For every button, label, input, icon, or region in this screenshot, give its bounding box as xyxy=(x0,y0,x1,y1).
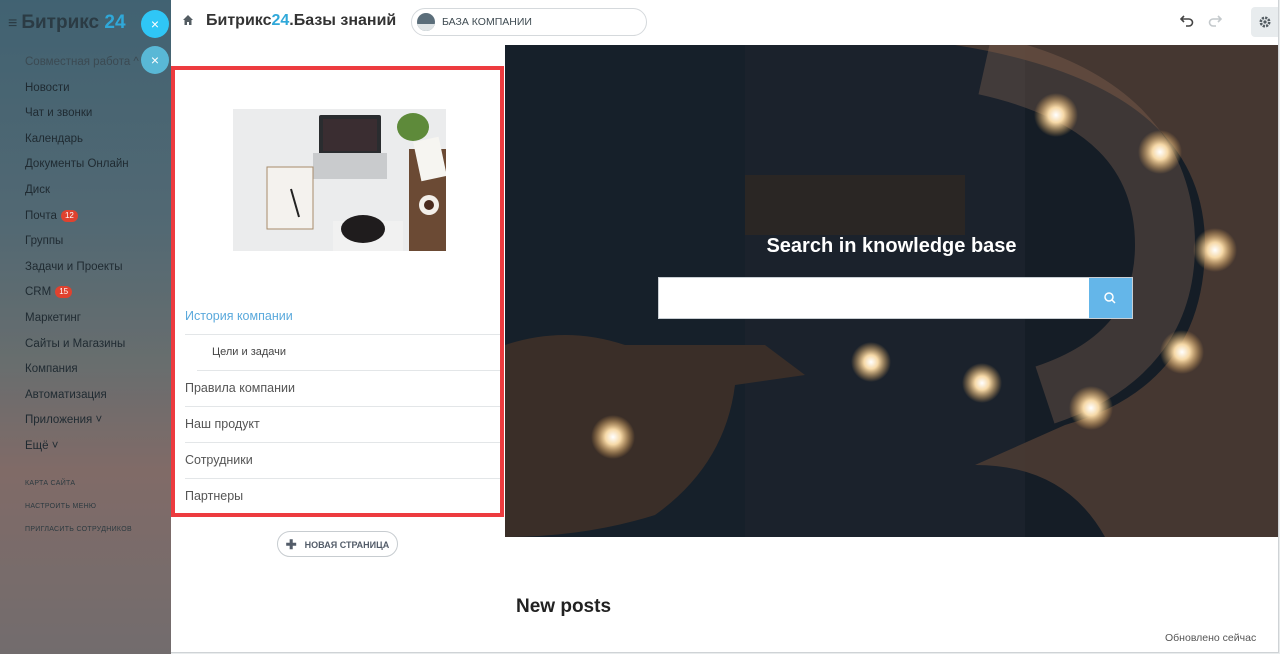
nav-item-sites[interactable]: Сайты и Магазины xyxy=(25,332,139,358)
nav-item-chat[interactable]: Чат и звонки xyxy=(25,101,139,127)
redo-icon[interactable] xyxy=(1208,13,1222,27)
knowledge-base-avatar xyxy=(417,13,435,31)
menu-cover-image xyxy=(233,109,446,251)
new-page-label: НОВАЯ СТРАНИЦА xyxy=(304,540,390,550)
hero-banner: Search in knowledge base xyxy=(505,45,1278,537)
nav-item-mail[interactable]: Почта 12 xyxy=(25,204,139,230)
new-page-button[interactable]: ✚ НОВАЯ СТРАНИЦА xyxy=(277,531,398,557)
gear-icon xyxy=(1259,16,1271,28)
title-prefix: Битрикс xyxy=(206,12,272,29)
bitrix-nav: Совместная работа ^ Новости Чат и звонки… xyxy=(25,50,139,541)
menu-item-employees[interactable]: Сотрудники xyxy=(185,443,500,479)
knowledge-base-selector[interactable]: БАЗА КОМПАНИИ xyxy=(411,8,647,36)
menu-burger-icon[interactable]: ≡ xyxy=(8,15,17,33)
bitrix-logo[interactable]: ≡ Битрикс 24 xyxy=(8,12,126,34)
nav-item-collaboration[interactable]: Совместная работа ^ xyxy=(25,50,139,76)
nav-item-apps[interactable]: Приложения ˅ xyxy=(25,408,139,434)
menu-block: История компании Цели и задачи Правила к… xyxy=(171,66,504,517)
logo-text: Битрикс xyxy=(21,12,100,33)
nav-item-groups[interactable]: Группы xyxy=(25,229,139,255)
nav-item-automation[interactable]: Автоматизация xyxy=(25,383,139,409)
nav-item-news[interactable]: Новости xyxy=(25,76,139,102)
panel-header: Битрикс24.Базы знаний БАЗА КОМПАНИИ xyxy=(171,0,1278,45)
desk-photo xyxy=(233,109,446,251)
nav-item-disk[interactable]: Диск xyxy=(25,178,139,204)
nav-item-crm-label: CRM xyxy=(25,286,52,299)
knowledge-base-panel: Битрикс24.Базы знаний БАЗА КОМПАНИИ Исто… xyxy=(171,0,1279,653)
hero-title: Search in knowledge base xyxy=(766,235,1017,257)
nav-item-marketing[interactable]: Маркетинг xyxy=(25,306,139,332)
nav-item-crm[interactable]: CRM 15 xyxy=(25,280,139,306)
title-num: 24 xyxy=(271,12,290,29)
undo-icon[interactable] xyxy=(1180,13,1194,27)
crm-count-badge: 15 xyxy=(55,286,73,299)
close-icon: × xyxy=(150,52,160,68)
nav-item-tasks[interactable]: Задачи и Проекты xyxy=(25,255,139,281)
updated-status: Обновлено сейчас xyxy=(1165,632,1257,644)
nav-item-docs[interactable]: Документы Онлайн xyxy=(25,152,139,178)
menu-item-our-product[interactable]: Наш продукт xyxy=(185,407,500,443)
kb-search-input[interactable] xyxy=(659,278,1089,318)
page-title: Битрикс24.Базы знаний xyxy=(206,12,396,30)
knowledge-base-name: БАЗА КОМПАНИИ xyxy=(442,16,532,28)
menu-item-goals[interactable]: Цели и задачи xyxy=(197,335,500,371)
title-suffix: .Базы знаний xyxy=(289,12,397,29)
menu-item-partners[interactable]: Партнеры xyxy=(185,479,500,514)
nav-item-company[interactable]: Компания xyxy=(25,357,139,383)
plus-icon: ✚ xyxy=(285,537,297,552)
configure-menu-link[interactable]: НАСТРОИТЬ МЕНЮ xyxy=(25,495,139,518)
close-icon: × xyxy=(150,16,160,32)
menu-item-company-history[interactable]: История компании xyxy=(185,299,500,335)
close-inner-slider-button[interactable]: × xyxy=(141,46,169,74)
new-posts-heading: New posts xyxy=(516,596,612,617)
close-slider-button[interactable]: × xyxy=(141,10,169,38)
menu-item-company-rules[interactable]: Правила компании xyxy=(185,371,500,407)
bitrix-sidebar: ≡ Битрикс 24 Совместная работа ^ Новости … xyxy=(0,0,171,654)
kb-menu: История компании Цели и задачи Правила к… xyxy=(185,299,500,514)
mail-count-badge: 12 xyxy=(60,209,78,222)
sitemap-link[interactable]: КАРТА САЙТА xyxy=(25,472,139,495)
logo-num: 24 xyxy=(104,12,126,33)
search-icon xyxy=(1104,292,1116,304)
home-icon[interactable] xyxy=(182,14,194,26)
nav-item-more[interactable]: Ещё ˅ xyxy=(25,434,139,460)
nav-item-mail-label: Почта xyxy=(25,209,57,222)
nav-item-calendar[interactable]: Календарь xyxy=(25,127,139,153)
settings-button[interactable] xyxy=(1251,7,1278,37)
search-button[interactable] xyxy=(1089,278,1132,318)
kb-search-box xyxy=(658,277,1133,319)
invite-users-link[interactable]: ПРИГЛАСИТЬ СОТРУДНИКОВ xyxy=(25,518,139,541)
